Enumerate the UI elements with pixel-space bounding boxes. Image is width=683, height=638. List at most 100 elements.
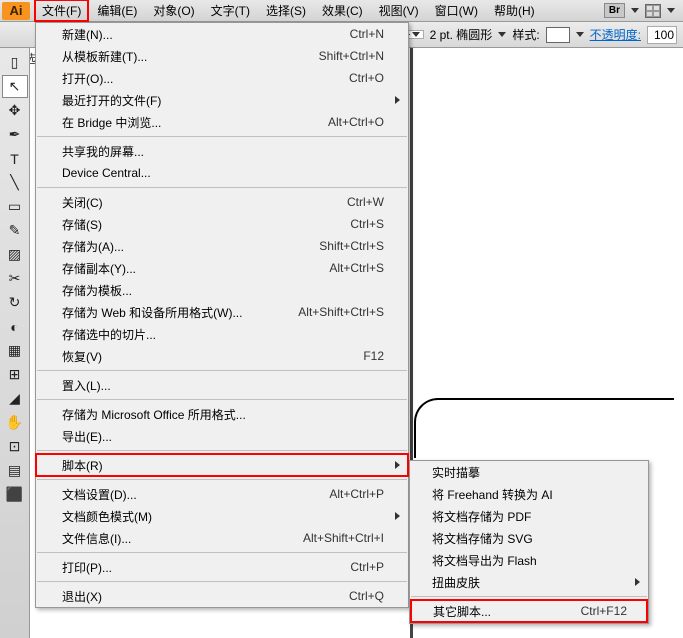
tool-6[interactable]: ▭: [2, 195, 28, 218]
menu-item[interactable]: 置入(L)...: [36, 374, 408, 396]
tool-5[interactable]: ╲: [2, 171, 28, 194]
menu-对象(O)[interactable]: 对象(O): [145, 0, 202, 22]
menu-separator: [411, 596, 647, 597]
menu-item[interactable]: 其它脚本...Ctrl+F12: [411, 600, 647, 622]
menubar: Ai 文件(F)编辑(E)对象(O)文字(T)选择(S)效果(C)视图(V)窗口…: [0, 0, 683, 22]
tool-8[interactable]: ▨: [2, 243, 28, 266]
menu-item-shortcut: Shift+Ctrl+N: [319, 49, 384, 63]
menu-item[interactable]: 将文档存储为 SVG: [410, 527, 648, 549]
menu-item-label: 打印(P)...: [62, 559, 350, 576]
chevron-down-icon[interactable]: [498, 32, 506, 37]
menu-item[interactable]: 存储为 Microsoft Office 所用格式...: [36, 403, 408, 425]
menu-item[interactable]: 将 Freehand 转换为 AI: [410, 483, 648, 505]
menu-item[interactable]: 存储为 Web 和设备所用格式(W)...Alt+Shift+Ctrl+S: [36, 301, 408, 323]
chevron-down-icon[interactable]: [667, 8, 675, 13]
menu-item[interactable]: Device Central...: [36, 162, 408, 184]
menu-item[interactable]: 文档颜色模式(M): [36, 505, 408, 527]
menu-item[interactable]: 打印(P)...Ctrl+P: [36, 556, 408, 578]
menu-item-shortcut: Ctrl+Q: [349, 589, 384, 603]
menu-item[interactable]: 共享我的屏幕...: [36, 140, 408, 162]
menu-item-label: 导出(E)...: [62, 428, 384, 445]
menu-separator: [37, 552, 407, 553]
tool-13[interactable]: ⊞: [2, 363, 28, 386]
menu-item-label: 文档设置(D)...: [62, 486, 329, 503]
menu-item[interactable]: 脚本(R): [36, 454, 408, 476]
menu-窗口(W)[interactable]: 窗口(W): [427, 0, 486, 22]
menu-item-shortcut: Ctrl+P: [350, 560, 384, 574]
style-swatch[interactable]: [546, 27, 570, 43]
menu-item-label: 存储(S): [62, 216, 350, 233]
menu-item[interactable]: 关闭(C)Ctrl+W: [36, 191, 408, 213]
menu-item[interactable]: 文档设置(D)...Alt+Ctrl+P: [36, 483, 408, 505]
menu-item-label: 最近打开的文件(F): [62, 92, 384, 109]
tool-10[interactable]: ↻: [2, 291, 28, 314]
menu-item-label: 存储为 Web 和设备所用格式(W)...: [62, 304, 298, 321]
opacity-label[interactable]: 不透明度:: [590, 26, 641, 43]
menu-帮助(H)[interactable]: 帮助(H): [486, 0, 543, 22]
tool-2[interactable]: ✥: [2, 99, 28, 122]
tool-1[interactable]: ↖: [2, 75, 28, 98]
menu-item-label: Device Central...: [62, 166, 384, 180]
chevron-down-icon[interactable]: [576, 32, 584, 37]
chevron-down-icon: [412, 32, 420, 37]
opacity-input[interactable]: [647, 26, 677, 44]
menu-item-shortcut: Ctrl+W: [347, 195, 384, 209]
tool-16[interactable]: ⊡: [2, 435, 28, 458]
menu-item[interactable]: 恢复(V)F12: [36, 345, 408, 367]
menu-item-label: 存储为模板...: [62, 282, 384, 299]
menu-item[interactable]: 导出(E)...: [36, 425, 408, 447]
menu-item-label: 扭曲皮肤: [432, 574, 628, 591]
menu-separator: [37, 399, 407, 400]
menu-item[interactable]: 文件信息(I)...Alt+Shift+Ctrl+I: [36, 527, 408, 549]
menu-item[interactable]: 实时描摹: [410, 461, 648, 483]
menu-文件(F)[interactable]: 文件(F): [34, 0, 89, 22]
menu-文字(T)[interactable]: 文字(T): [203, 0, 258, 22]
menu-item-label: 关闭(C): [62, 194, 347, 211]
menu-item-label: 打开(O)...: [62, 70, 349, 87]
layout-grid-icon[interactable]: [645, 4, 661, 18]
tool-7[interactable]: ✎: [2, 219, 28, 242]
submenu-arrow-icon: [395, 96, 400, 104]
menu-效果(C)[interactable]: 效果(C): [314, 0, 371, 22]
tool-3[interactable]: ✒: [2, 123, 28, 146]
menu-item-shortcut: Ctrl+S: [350, 217, 384, 231]
tool-9[interactable]: ✂: [2, 267, 28, 290]
menu-item[interactable]: 打开(O)...Ctrl+O: [36, 67, 408, 89]
chevron-down-icon[interactable]: [631, 8, 639, 13]
tool-4[interactable]: T: [2, 147, 28, 170]
tool-15[interactable]: ✋: [2, 411, 28, 434]
tool-18[interactable]: ⬛: [2, 483, 28, 506]
menu-item-label: 存储副本(Y)...: [62, 260, 329, 277]
menu-item-label: 将 Freehand 转换为 AI: [432, 486, 628, 503]
menu-item[interactable]: 扭曲皮肤: [410, 571, 648, 593]
menu-separator: [37, 581, 407, 582]
menu-编辑(E)[interactable]: 编辑(E): [89, 0, 145, 22]
menu-item-label: 实时描摹: [432, 464, 628, 481]
tool-17[interactable]: ▤: [2, 459, 28, 482]
menu-item[interactable]: 退出(X)Ctrl+Q: [36, 585, 408, 607]
menu-item[interactable]: 将文档存储为 PDF: [410, 505, 648, 527]
stroke-value[interactable]: 2 pt. 椭圆形: [430, 26, 493, 43]
tool-14[interactable]: ◢: [2, 387, 28, 410]
menu-item[interactable]: 在 Bridge 中浏览...Alt+Ctrl+O: [36, 111, 408, 133]
menu-item[interactable]: 存储选中的切片...: [36, 323, 408, 345]
tool-0[interactable]: ▯: [2, 51, 28, 74]
app-icon: Ai: [2, 2, 30, 20]
menu-item[interactable]: 从模板新建(T)...Shift+Ctrl+N: [36, 45, 408, 67]
menu-item[interactable]: 存储为(A)...Shift+Ctrl+S: [36, 235, 408, 257]
menu-item[interactable]: 存储为模板...: [36, 279, 408, 301]
menu-视图(V)[interactable]: 视图(V): [371, 0, 427, 22]
menu-item[interactable]: 将文档导出为 Flash: [410, 549, 648, 571]
tool-12[interactable]: ▦: [2, 339, 28, 362]
menu-选择(S)[interactable]: 选择(S): [258, 0, 314, 22]
menu-item-shortcut: Shift+Ctrl+S: [319, 239, 384, 253]
menu-item[interactable]: 存储副本(Y)...Alt+Ctrl+S: [36, 257, 408, 279]
menu-item[interactable]: 最近打开的文件(F): [36, 89, 408, 111]
menu-item[interactable]: 新建(N)...Ctrl+N: [36, 23, 408, 45]
bridge-badge[interactable]: Br: [604, 3, 625, 18]
tool-11[interactable]: ◐: [2, 315, 28, 338]
menu-item[interactable]: 存储(S)Ctrl+S: [36, 213, 408, 235]
menu-item-label: 新建(N)...: [62, 26, 350, 43]
submenu-arrow-icon: [635, 578, 640, 586]
menu-item-label: 将文档导出为 Flash: [432, 552, 628, 569]
